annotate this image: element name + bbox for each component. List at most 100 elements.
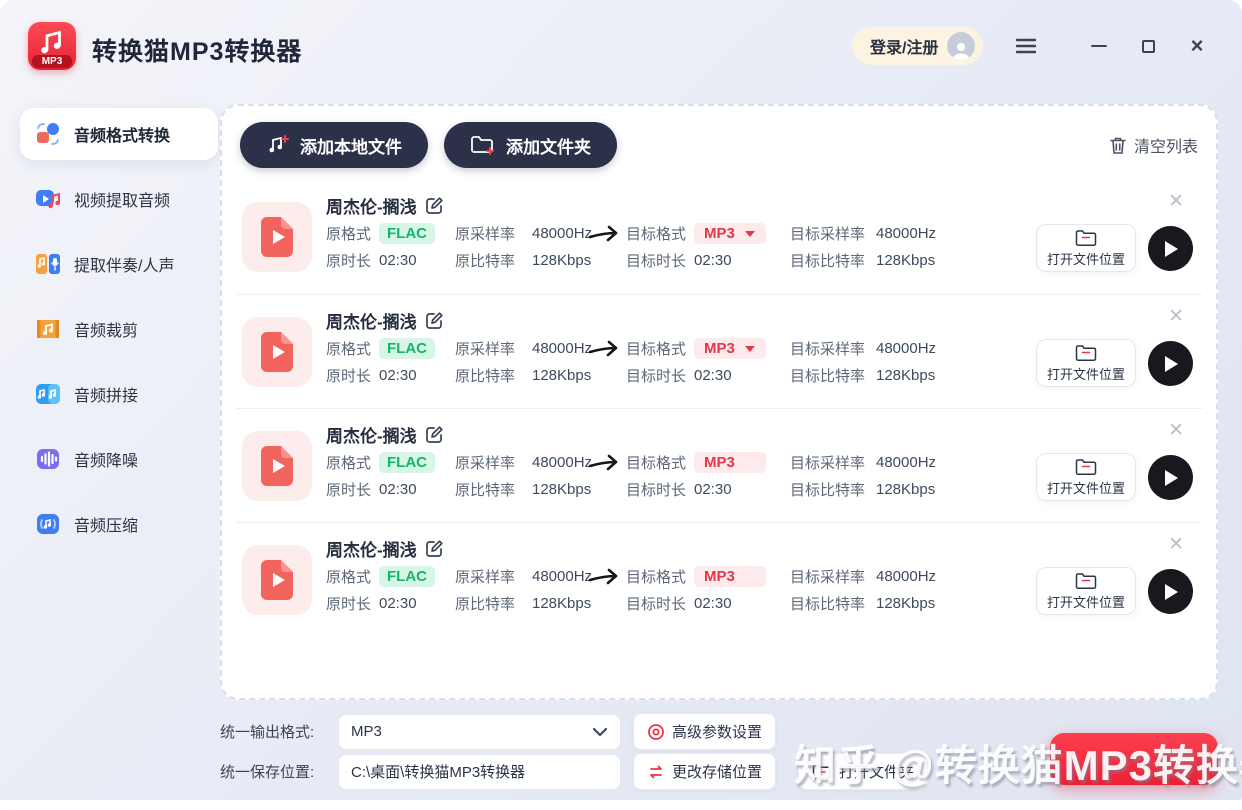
play-button[interactable] [1148, 569, 1193, 614]
dst-format-label: 目标格式 [626, 452, 694, 473]
dst-format-select[interactable]: MP3 [694, 338, 766, 359]
music-note-plus-icon [266, 134, 290, 156]
source-info: 周杰伦-搁浅 原格式 FLAC 原采样率 48000Hz 原时长 02:30 原… [326, 307, 617, 386]
dst-bitrate-value: 128Kbps [876, 595, 961, 612]
rename-icon[interactable] [425, 425, 444, 444]
dst-duration-value: 02:30 [694, 595, 790, 612]
change-location-label: 更改存储位置 [672, 761, 762, 782]
sidebar-item-label: 音频格式转换 [74, 122, 170, 146]
src-duration-value: 02:30 [379, 252, 455, 269]
add-folder-button[interactable]: 添加文件夹 [444, 122, 617, 168]
open-folder-label: 打开文件夹 [839, 761, 914, 782]
rename-icon[interactable] [425, 196, 444, 215]
remove-file-icon[interactable]: ✕ [1168, 192, 1184, 211]
dst-format-value: MP3 [704, 340, 735, 357]
maximize-button[interactable] [1135, 34, 1161, 58]
open-file-location-button[interactable]: 打开文件位置 [1036, 224, 1136, 272]
add-local-file-button[interactable]: 添加本地文件 [240, 122, 428, 168]
src-duration-label: 原时长 [326, 250, 379, 271]
output-format-select[interactable]: MP3 [338, 714, 621, 750]
dst-duration-label: 目标时长 [626, 250, 694, 271]
src-bitrate-value: 128Kbps [532, 595, 617, 612]
music-note-icon [37, 27, 67, 57]
dst-rate-label: 目标采样率 [790, 566, 876, 587]
dst-format-caret-icon [745, 231, 755, 237]
save-path-input[interactable]: C:\桌面\转换猫MP3转换器 [338, 754, 621, 790]
dst-bitrate-label: 目标比特率 [790, 479, 876, 500]
window-bottom-edge [0, 800, 1242, 810]
target-info: 目标格式 MP3 目标采样率 48000Hz 目标时长 02:30 目标比特率 … [626, 338, 961, 386]
folder-plus-icon [470, 134, 496, 156]
advanced-settings-button[interactable]: 高级参数设置 [633, 713, 776, 750]
save-path-label: 统一保存位置: [220, 761, 338, 782]
dst-bitrate-label: 目标比特率 [790, 365, 876, 386]
src-duration-value: 02:30 [379, 367, 455, 384]
open-file-location-button[interactable]: 打开文件位置 [1036, 453, 1136, 501]
source-info: 周杰伦-搁浅 原格式 FLAC 原采样率 48000Hz 原时长 02:30 原… [326, 192, 617, 271]
dst-duration-value: 02:30 [694, 481, 790, 498]
dst-format-select[interactable]: MP3 [694, 566, 766, 587]
dst-format-value: MP3 [704, 454, 735, 471]
avatar-icon [947, 32, 975, 60]
src-bitrate-label: 原比特率 [455, 365, 532, 386]
file-title: 周杰伦-搁浅 [326, 422, 417, 447]
dst-format-select[interactable]: MP3 [694, 223, 766, 244]
play-button[interactable] [1148, 341, 1193, 386]
sidebar-item-audio-join[interactable]: 音频拼接 [20, 368, 218, 420]
sidebar-item-extract-vocal[interactable]: 提取伴奏/人声 [20, 238, 218, 290]
dst-rate-label: 目标采样率 [790, 338, 876, 359]
chevron-down-icon [592, 727, 608, 737]
target-info: 目标格式 MP3 目标采样率 48000Hz 目标时长 02:30 目标比特率 … [626, 566, 961, 614]
clear-list-label: 清空列表 [1134, 133, 1198, 157]
open-file-location-button[interactable]: 打开文件位置 [1036, 339, 1136, 387]
remove-file-icon[interactable]: ✕ [1168, 535, 1184, 554]
open-file-location-label: 打开文件位置 [1047, 592, 1125, 611]
sidebar-item-audio-compress[interactable]: 音频压缩 [20, 498, 218, 550]
dst-bitrate-value: 128Kbps [876, 367, 961, 384]
sidebar-item-label: 音频压缩 [74, 512, 138, 536]
dst-format-caret-icon [745, 346, 755, 352]
play-button[interactable] [1148, 455, 1193, 500]
convert-arrow-icon [588, 335, 622, 368]
rename-icon[interactable] [425, 311, 444, 330]
login-register-button[interactable]: 登录/注册 [852, 27, 983, 65]
sidebar-item-video-extract-audio[interactable]: 视频提取音频 [20, 173, 218, 225]
audio-file-thumbnail [242, 317, 312, 387]
sidebar-item-audio-denoise[interactable]: 音频降噪 [20, 433, 218, 485]
folder-icon [1075, 344, 1097, 362]
src-duration-label: 原时长 [326, 365, 379, 386]
open-file-location-label: 打开文件位置 [1047, 249, 1125, 268]
clear-list-button[interactable]: 清空列表 [1109, 133, 1198, 157]
open-file-location-button[interactable]: 打开文件位置 [1036, 567, 1136, 615]
dst-duration-label: 目标时长 [626, 365, 694, 386]
sidebar-item-label: 提取伴奏/人声 [74, 252, 174, 276]
file-row: 周杰伦-搁浅 原格式 FLAC 原采样率 48000Hz 原时长 02:30 原… [236, 294, 1202, 408]
open-folder-button[interactable]: 打开文件夹 [798, 753, 928, 790]
src-duration-value: 02:30 [379, 595, 455, 612]
compress-icon [34, 510, 62, 538]
title-bar: MP3 转换猫MP3转换器 登录/注册 × [0, 0, 1242, 92]
play-icon [1162, 468, 1180, 488]
convert-button[interactable] [1050, 733, 1218, 785]
folder-icon [1075, 229, 1097, 247]
dst-rate-label: 目标采样率 [790, 452, 876, 473]
audio-join-icon [34, 380, 62, 408]
remove-file-icon[interactable]: ✕ [1168, 307, 1184, 326]
src-bitrate-value: 128Kbps [532, 252, 617, 269]
menu-icon[interactable] [1013, 34, 1039, 58]
close-button[interactable]: × [1184, 34, 1210, 58]
src-rate-label: 原采样率 [455, 223, 532, 244]
dst-format-select[interactable]: MP3 [694, 452, 766, 473]
sidebar-item-audio-cut[interactable]: 音频裁剪 [20, 303, 218, 355]
remove-file-icon[interactable]: ✕ [1168, 421, 1184, 440]
sidebar-item-audio-format-convert[interactable]: 音频格式转换 [20, 108, 218, 160]
source-info: 周杰伦-搁浅 原格式 FLAC 原采样率 48000Hz 原时长 02:30 原… [326, 421, 617, 500]
play-button[interactable] [1148, 226, 1193, 271]
target-info: 目标格式 MP3 目标采样率 48000Hz 目标时长 02:30 目标比特率 … [626, 452, 961, 500]
format-convert-icon [34, 120, 62, 148]
minimize-button[interactable] [1086, 34, 1112, 58]
change-location-button[interactable]: 更改存储位置 [633, 753, 776, 790]
dst-rate-label: 目标采样率 [790, 223, 876, 244]
open-file-location-label: 打开文件位置 [1047, 364, 1125, 383]
rename-icon[interactable] [425, 539, 444, 558]
